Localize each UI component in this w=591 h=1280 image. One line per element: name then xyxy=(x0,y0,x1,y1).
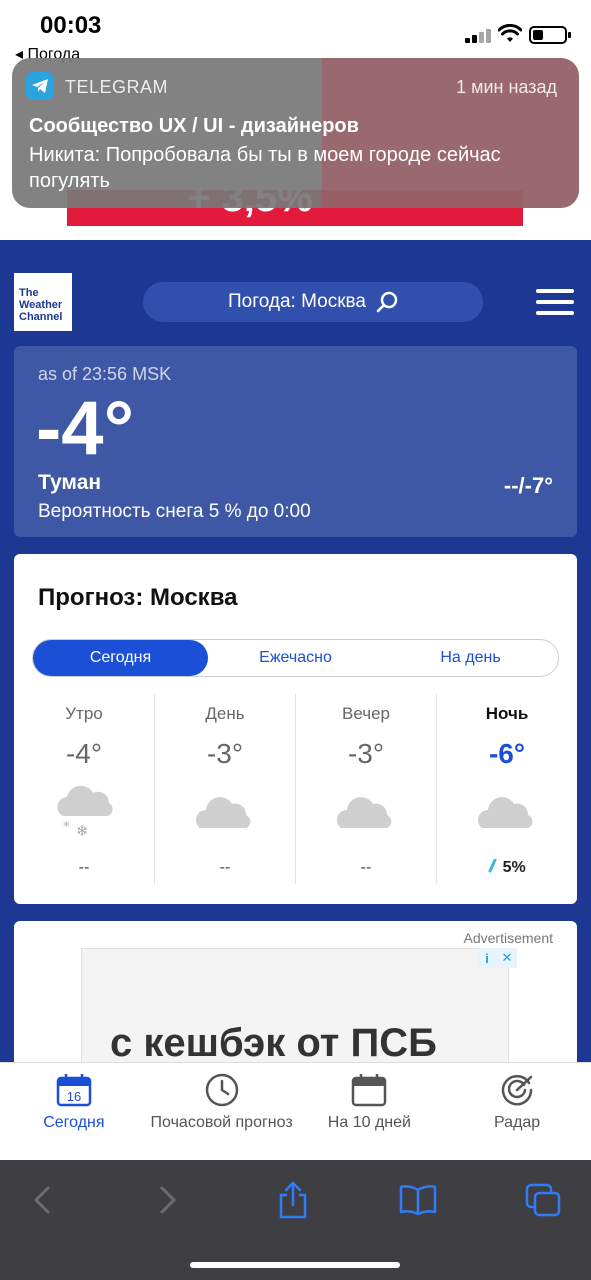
search-icon xyxy=(376,291,398,313)
cloud-icon xyxy=(337,797,392,828)
svg-text:*: * xyxy=(63,820,70,835)
period-temp: -6° xyxy=(488,738,526,769)
cloud-icon xyxy=(478,797,533,828)
calendar-icon xyxy=(352,1074,387,1107)
tabbar-label: Сегодня xyxy=(43,1114,105,1131)
period-day[interactable]: День -3° -- xyxy=(154,694,295,884)
wifi-icon xyxy=(498,24,522,42)
tabbar-10-day[interactable]: На 10 дней xyxy=(296,1063,444,1160)
notification-title: Сообщество UX / UI - дизайнеров xyxy=(29,115,359,137)
battery-icon xyxy=(529,26,571,44)
period-evening[interactable]: Вечер -3° -- xyxy=(295,694,436,884)
notification-time: 1 мин назад xyxy=(456,77,557,97)
share-icon xyxy=(279,1181,307,1219)
ad-text: с кешбэк от ПСБ xyxy=(110,1021,437,1065)
calendar-icon: 16 xyxy=(56,1074,92,1107)
status-bar: 00:03 ◂ Погода xyxy=(0,0,591,63)
precip-chance: Вероятность снега 5 % до 0:00 xyxy=(38,501,311,522)
ad-info-icon[interactable]: i xyxy=(477,948,497,968)
advertisement-label: Advertisement xyxy=(463,930,553,946)
period-name: Ночь xyxy=(485,704,529,723)
telegram-notification[interactable]: TELEGRAM 1 мин назад Сообщество UX / UI … xyxy=(12,58,579,208)
status-time: 00:03 xyxy=(40,12,102,39)
tabbar-today[interactable]: 16 Сегодня xyxy=(0,1063,148,1160)
tab-hourly[interactable]: Ежечасно xyxy=(208,640,383,676)
ad-close-icon[interactable]: ✕ xyxy=(497,948,517,968)
tabbar-label: Радар xyxy=(494,1114,541,1131)
chevron-left-icon xyxy=(33,1186,50,1214)
browser-forward-button[interactable] xyxy=(148,1180,188,1220)
clock-icon xyxy=(205,1073,238,1107)
tabbar-radar[interactable]: Радар xyxy=(443,1063,591,1160)
raindrop-icon xyxy=(488,858,497,873)
forecast-title: Прогноз: Москва xyxy=(38,584,238,611)
hamburger-menu-icon[interactable] xyxy=(536,289,574,315)
precip-percent: 5% xyxy=(502,859,526,876)
forecast-periods: Утро -4° * ❄ -- День -3° -- Вечер -3° -- xyxy=(14,694,577,884)
forecast-card: Прогноз: Москва Сегодня Ежечасно На день… xyxy=(14,554,577,904)
notification-body: Никита: Попробовала бы ты в моем городе … xyxy=(29,144,501,192)
period-precip: -- xyxy=(219,859,231,876)
share-button[interactable] xyxy=(273,1180,313,1220)
current-condition: Туман xyxy=(38,471,102,494)
observation-time: as of 23:56 MSK xyxy=(38,364,172,384)
cloud-snow-icon: * ❄ xyxy=(57,785,113,840)
period-name: Утро xyxy=(65,704,103,723)
advertisement-card: Advertisement i ✕ с кешбэк от ПСБ xyxy=(14,921,577,1081)
period-precip: -- xyxy=(360,859,372,876)
bottom-tab-bar: 16 Сегодня Почасовой прогноз На 10 дней … xyxy=(0,1062,591,1160)
svg-text:❄: ❄ xyxy=(76,822,89,838)
chevron-right-icon xyxy=(160,1186,177,1214)
tabs-button[interactable] xyxy=(523,1180,563,1220)
period-precip: 5% xyxy=(437,858,577,877)
tabbar-hourly[interactable]: Почасовой прогноз xyxy=(148,1063,296,1160)
period-morning[interactable]: Утро -4° * ❄ -- xyxy=(14,694,154,884)
telegram-icon xyxy=(26,72,54,100)
period-name: День xyxy=(205,704,245,723)
period-temp: -4° xyxy=(65,738,103,769)
weather-channel-logo[interactable]: The Weather Channel xyxy=(14,273,72,331)
tabs-icon xyxy=(525,1183,561,1217)
browser-back-button[interactable] xyxy=(22,1180,62,1220)
period-name: Вечер xyxy=(342,704,390,723)
location-search-button[interactable]: Погода: Москва xyxy=(143,282,483,322)
hi-lo-temperature: --/-7° xyxy=(503,473,553,498)
current-temperature: -4° xyxy=(36,386,134,471)
period-temp: -3° xyxy=(206,738,244,769)
period-temp: -3° xyxy=(347,738,385,769)
tab-today[interactable]: Сегодня xyxy=(33,640,208,676)
home-indicator xyxy=(190,1262,400,1268)
book-icon xyxy=(399,1185,437,1216)
search-label: Погода: Москва xyxy=(228,291,366,312)
tabbar-label: Почасовой прогноз xyxy=(150,1114,293,1131)
period-precip: -- xyxy=(78,859,90,876)
ad-choices[interactable]: i ✕ xyxy=(477,948,517,968)
notification-app-name: TELEGRAM xyxy=(65,77,169,97)
tabbar-label: На 10 дней xyxy=(327,1114,411,1131)
period-night[interactable]: Ночь -6° 5% xyxy=(436,694,577,884)
cloud-icon xyxy=(196,797,251,828)
radar-icon xyxy=(501,1075,533,1106)
bookmarks-button[interactable] xyxy=(398,1180,438,1220)
forecast-tabs: Сегодня Ежечасно На день xyxy=(32,639,559,677)
cell-signal-icon xyxy=(465,27,493,43)
tab-daily[interactable]: На день xyxy=(383,640,558,676)
current-conditions-card: as of 23:56 MSK -4° Туман Вероятность сн… xyxy=(14,346,577,537)
calendar-day-number: 16 xyxy=(67,1089,81,1104)
